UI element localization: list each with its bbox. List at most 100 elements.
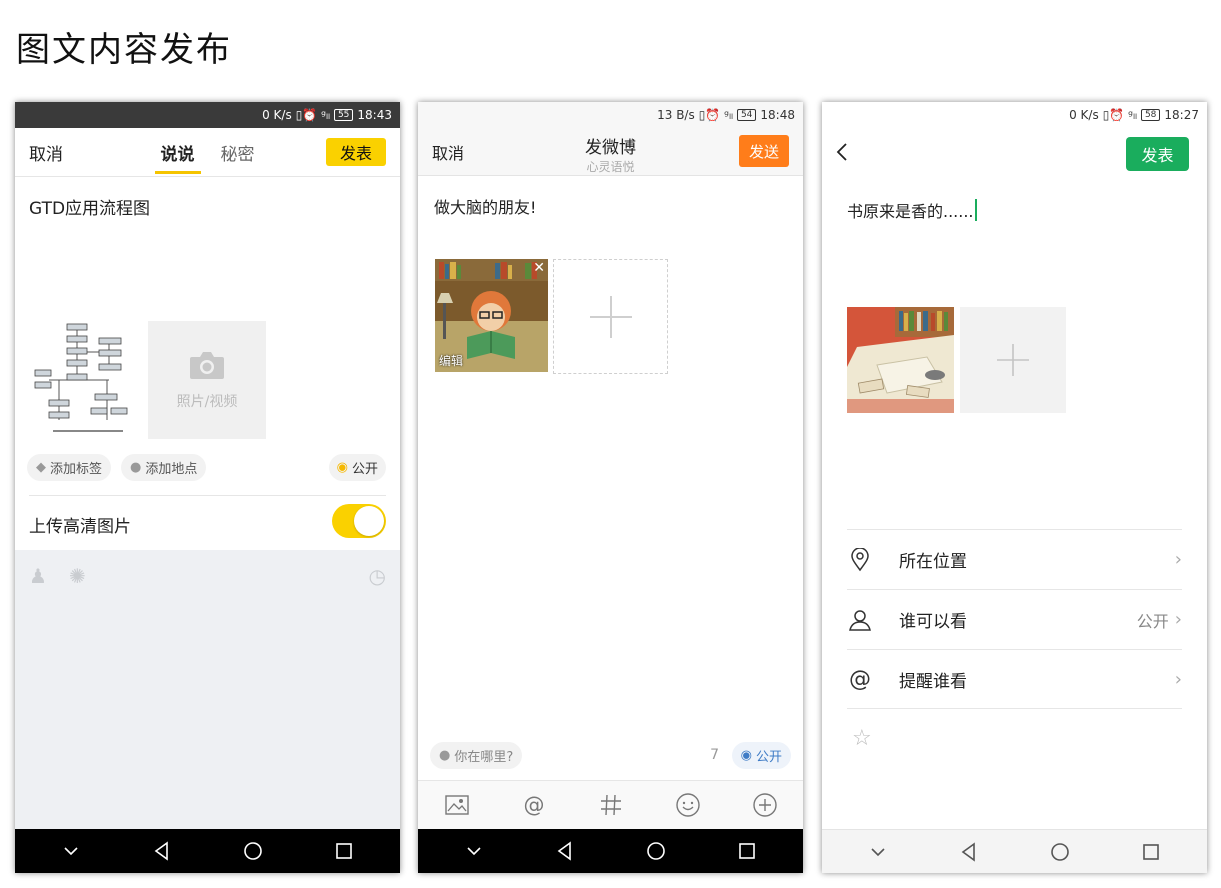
plus-circle-icon[interactable] bbox=[752, 792, 778, 818]
home-icon[interactable] bbox=[645, 840, 667, 862]
android-nav-bar bbox=[822, 829, 1207, 873]
at-icon: @ bbox=[849, 666, 871, 692]
net-speed: 0 K/s bbox=[1069, 108, 1099, 122]
net-speed: 13 B/s bbox=[657, 108, 695, 122]
back-arrow-icon[interactable] bbox=[834, 142, 852, 162]
tab-shuoshuo[interactable]: 说说 bbox=[154, 128, 201, 176]
net-speed: 0 K/s bbox=[262, 108, 292, 122]
clock: 18:43 bbox=[357, 108, 392, 122]
edit-image-button[interactable]: 编辑 bbox=[439, 352, 463, 369]
status-bar: 13 B/s ▯⏰ ᵍₗₗ 54 18:48 bbox=[418, 102, 803, 128]
nav-bar: 发表 bbox=[822, 128, 1207, 176]
recents-icon[interactable] bbox=[736, 840, 758, 862]
post-text[interactable]: GTD应用流程图 bbox=[29, 194, 150, 219]
clock: 18:48 bbox=[760, 108, 795, 122]
hd-upload-label: 上传高清图片 bbox=[29, 517, 131, 537]
camera-icon bbox=[190, 352, 224, 379]
chevron-right-icon: › bbox=[1174, 609, 1182, 630]
star-icon[interactable]: ☆ bbox=[852, 726, 872, 751]
nav-bar: 取消 说说 秘密 发表 bbox=[15, 128, 400, 176]
location-pin-icon bbox=[847, 547, 873, 573]
qq-icon[interactable]: ♟ bbox=[29, 564, 47, 588]
attached-image-thumbnail[interactable] bbox=[847, 307, 954, 413]
tag-icon: ◆ bbox=[36, 460, 46, 475]
flowchart-image bbox=[34, 323, 128, 432]
clock-icon[interactable]: ◷ bbox=[369, 564, 386, 588]
phone-wechat-moments: 0 K/s ▯⏰ ᵍₗₗ 58 18:27 发表 书原来是香的...... 所在… bbox=[822, 102, 1207, 873]
page-title: 图文内容发布 bbox=[16, 30, 232, 70]
tab-secret[interactable]: 秘密 bbox=[221, 140, 255, 165]
remaining-count: 7 bbox=[710, 747, 719, 763]
post-text-field[interactable]: 书原来是香的...... bbox=[847, 198, 977, 222]
mention-row[interactable]: @ 提醒谁看 › bbox=[847, 649, 1182, 709]
emoji-icon[interactable] bbox=[675, 792, 701, 818]
attached-image-thumbnail[interactable] bbox=[29, 320, 147, 438]
location-pin-icon: ● bbox=[130, 460, 142, 475]
visibility-label: 谁可以看 bbox=[899, 612, 967, 632]
chevron-down-icon[interactable] bbox=[867, 841, 889, 863]
android-nav-bar bbox=[418, 829, 803, 873]
person-icon bbox=[847, 607, 873, 633]
back-icon[interactable] bbox=[554, 840, 576, 862]
globe-icon: ◉ bbox=[336, 460, 348, 475]
signal-icons: ▯⏰ ᵍₗₗ bbox=[698, 108, 733, 122]
add-media-label: 照片/视频 bbox=[176, 394, 238, 410]
status-bar: 0 K/s ▯⏰ ᵍₗₗ 58 18:27 bbox=[822, 102, 1207, 128]
camera-aperture-icon[interactable]: ✺ bbox=[69, 564, 86, 588]
remove-image-icon[interactable]: ✕ bbox=[533, 260, 545, 276]
location-pin-icon: ● bbox=[439, 748, 451, 763]
phone-weibo: 13 B/s ▯⏰ ᵍₗₗ 54 18:48 取消 发微博 心灵语悦 发送 做大… bbox=[418, 102, 803, 873]
visibility-value: 公开 bbox=[1136, 611, 1169, 631]
phone-qzone: 0 K/s ▯⏰ ᵍₗₗ 55 18:43 取消 说说 秘密 发表 GTD应用流… bbox=[15, 102, 400, 873]
hashtag-icon[interactable] bbox=[598, 792, 624, 818]
visibility-chip[interactable]: ◉ 公开 bbox=[731, 742, 791, 769]
add-media-tile[interactable]: 照片/视频 bbox=[148, 321, 266, 439]
add-image-tile[interactable] bbox=[553, 259, 668, 374]
visibility-row[interactable]: 谁可以看 公开 › bbox=[847, 589, 1182, 649]
add-image-tile[interactable] bbox=[960, 307, 1066, 413]
post-text[interactable]: 做大脑的朋友! bbox=[434, 194, 536, 218]
battery-icon: 54 bbox=[736, 109, 757, 121]
globe-icon: ◉ bbox=[740, 748, 752, 763]
chevron-down-icon[interactable] bbox=[60, 840, 82, 862]
recents-icon[interactable] bbox=[333, 840, 355, 862]
plus-icon bbox=[997, 344, 1029, 376]
home-icon[interactable] bbox=[1049, 841, 1071, 863]
location-label: 所在位置 bbox=[899, 552, 967, 572]
nav-bar: 取消 发微博 心灵语悦 发送 bbox=[418, 128, 803, 176]
signal-icons: ▯⏰ ᵍₗₗ bbox=[295, 108, 330, 122]
battery-icon: 55 bbox=[333, 109, 354, 121]
at-icon[interactable]: @ bbox=[521, 792, 547, 818]
recents-icon[interactable] bbox=[1140, 841, 1162, 863]
send-button[interactable]: 发送 bbox=[739, 135, 789, 167]
location-chip[interactable]: ● 你在哪里? bbox=[430, 742, 523, 769]
cancel-button[interactable]: 取消 bbox=[29, 140, 63, 165]
post-text: 书原来是香的...... bbox=[847, 202, 974, 221]
publish-button[interactable]: 发表 bbox=[1126, 137, 1189, 171]
android-nav-bar bbox=[15, 829, 400, 873]
add-tag-chip[interactable]: ◆ 添加标签 bbox=[27, 454, 112, 481]
status-bar: 0 K/s ▯⏰ ᵍₗₗ 55 18:43 bbox=[15, 102, 400, 128]
visibility-chip[interactable]: ◉ 公开 bbox=[328, 454, 386, 481]
add-location-chip[interactable]: ● 添加地点 bbox=[121, 454, 207, 481]
location-row[interactable]: 所在位置 › bbox=[847, 529, 1182, 589]
publish-button[interactable]: 发表 bbox=[326, 138, 386, 166]
chevron-right-icon: › bbox=[1174, 549, 1182, 570]
plus-icon bbox=[589, 295, 632, 338]
chevron-down-icon[interactable] bbox=[463, 840, 485, 862]
text-cursor bbox=[974, 199, 977, 221]
back-icon[interactable] bbox=[958, 841, 980, 863]
mention-label: 提醒谁看 bbox=[899, 671, 967, 692]
compose-toolbar: @ bbox=[418, 780, 803, 829]
attached-image-thumbnail[interactable]: ✕ 编辑 bbox=[435, 259, 548, 372]
chevron-right-icon: › bbox=[1174, 668, 1182, 690]
signal-icons: ▯⏰ ᵍₗₗ bbox=[1102, 108, 1137, 122]
hd-upload-toggle[interactable] bbox=[332, 504, 386, 538]
battery-icon: 58 bbox=[1140, 109, 1161, 121]
home-icon[interactable] bbox=[242, 840, 264, 862]
bottom-panel: ♟ ✺ ◷ bbox=[15, 550, 400, 829]
svg-text:@: @ bbox=[523, 793, 544, 817]
back-icon[interactable] bbox=[151, 840, 173, 862]
image-icon[interactable] bbox=[444, 792, 470, 818]
books-room-image bbox=[847, 307, 954, 413]
